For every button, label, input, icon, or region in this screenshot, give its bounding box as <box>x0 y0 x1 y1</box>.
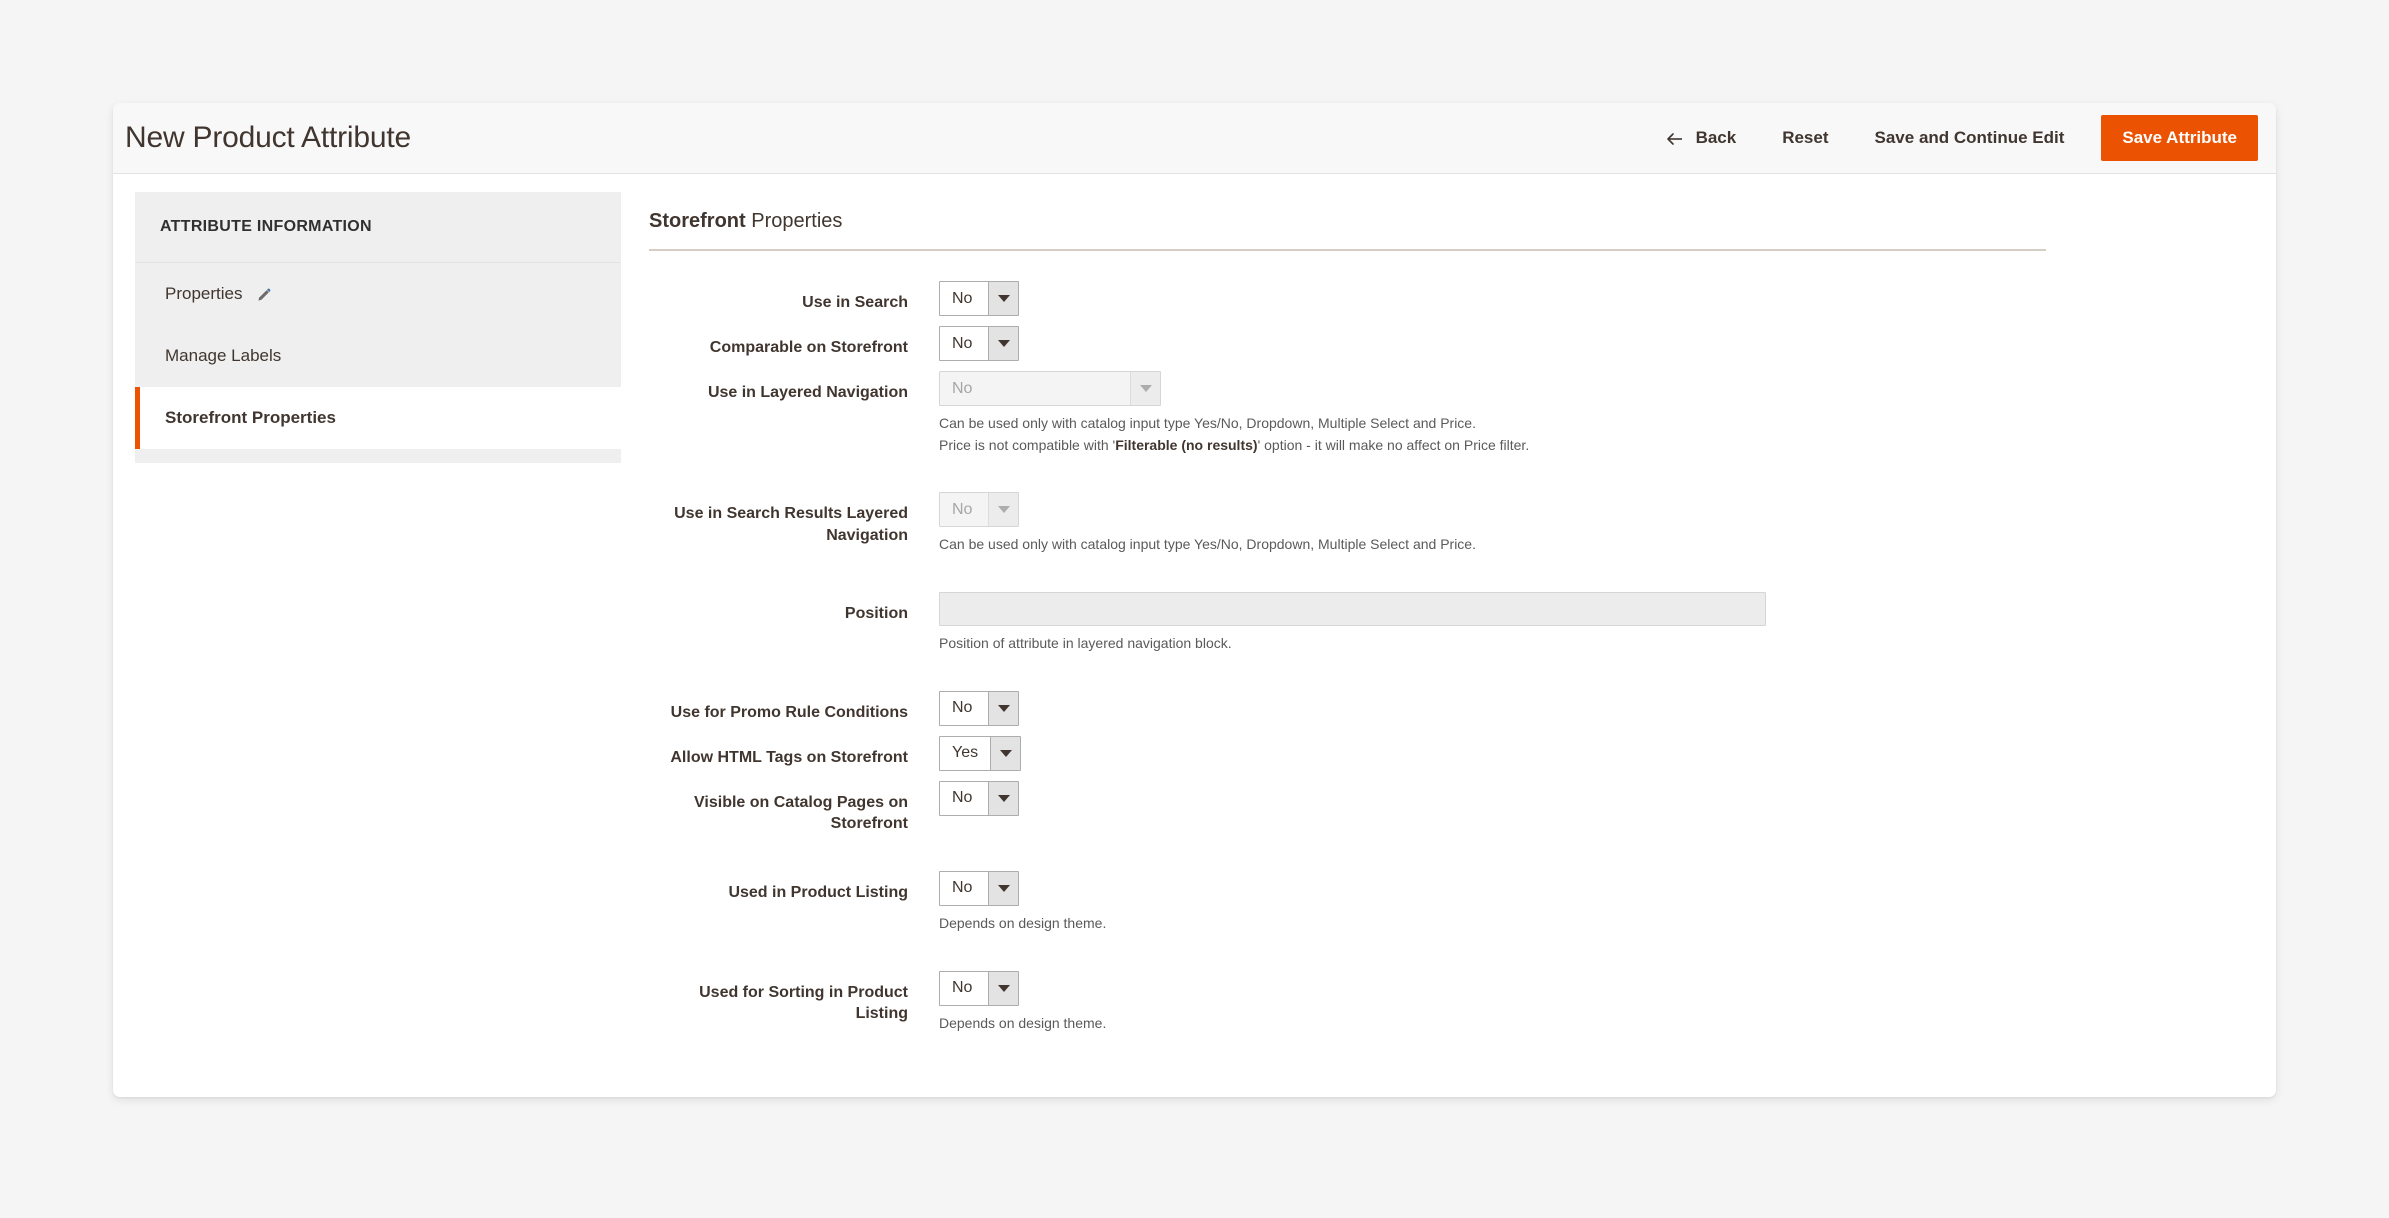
field-position: Position Position of attribute in layere… <box>649 592 2046 655</box>
note-line: Price is not compatible with 'Filterable… <box>939 435 2046 457</box>
field-label: Position <box>844 605 908 623</box>
field-allow-html-tags-on-storefront: Allow HTML Tags on Storefront Yes <box>649 735 2046 771</box>
reset-button-label: Reset <box>1782 128 1829 147</box>
field-label: Use in Layered Navigation <box>707 384 908 401</box>
sidebar-item-label: Manage Labels <box>165 346 282 365</box>
section-title-strong: Storefront <box>649 210 746 232</box>
field-note: Depends on design theme. <box>939 1014 1107 1031</box>
chevron-down-icon <box>988 282 1018 315</box>
sidebar-item-label: Storefront Properties <box>165 408 336 427</box>
visible-on-catalog-pages-on-storefront-select[interactable]: No <box>939 780 1019 816</box>
note-pre: Price is not compatible with ' <box>939 436 1116 453</box>
page-card: New Product Attribute Back Reset Save an… <box>113 103 2276 1097</box>
select-value: No <box>952 789 973 807</box>
chevron-down-icon <box>988 327 1018 360</box>
field-label: Visible on Catalog Pages on Storefront <box>694 793 908 833</box>
field-control: Position of attribute in layered navigat… <box>939 592 2046 655</box>
field-control: No <box>939 281 2046 316</box>
select-value: No <box>952 379 973 397</box>
sidebar-panel: ATTRIBUTE INFORMATION Properties Manage … <box>135 192 621 463</box>
chevron-down-icon <box>990 736 1021 770</box>
comparable-on-storefront-select[interactable]: No <box>939 326 1019 361</box>
field-use-in-layered-navigation: Use in Layered Navigation No Can be used… <box>649 371 2046 456</box>
field-note: Depends on design theme. <box>939 914 1107 931</box>
page-title: New Product Attribute <box>125 121 411 154</box>
field-label: Comparable on Storefront <box>709 339 908 356</box>
save-and-continue-edit-button[interactable]: Save and Continue Edit <box>1852 128 2088 148</box>
field-control: No <box>939 780 2046 816</box>
header-actions: Back Reset Save and Continue Edit Save A… <box>1642 103 2258 173</box>
sidebar-item-properties[interactable]: Properties <box>135 263 621 325</box>
note-strong: Filterable (no results) <box>1115 436 1258 453</box>
chevron-down-icon <box>988 871 1018 905</box>
back-button-label: Back <box>1695 128 1737 147</box>
select-value: No <box>952 334 973 352</box>
save-attribute-button[interactable]: Save Attribute <box>2101 115 2258 161</box>
used-for-sorting-in-product-listing-select[interactable]: No <box>939 970 1019 1006</box>
field-used-for-sorting-in-product-listing: Used for Sorting in Product Listing No D… <box>649 970 2046 1035</box>
select-value: No <box>952 289 973 307</box>
chevron-down-icon <box>1130 372 1160 405</box>
back-button[interactable]: Back <box>1642 128 1760 148</box>
section-title: Storefront Properties <box>649 210 2046 251</box>
sidebar-title: ATTRIBUTE INFORMATION <box>135 192 621 263</box>
field-control: No Depends on design theme. <box>939 970 2046 1035</box>
used-in-product-listing-select[interactable]: No <box>939 870 1019 906</box>
field-use-for-promo-rule-conditions: Use for Promo Rule Conditions No <box>649 690 2046 726</box>
position-input[interactable] <box>939 592 1766 627</box>
field-control: Yes <box>939 735 2046 771</box>
select-value: No <box>952 699 973 717</box>
page-header: New Product Attribute Back Reset Save an… <box>113 103 2276 174</box>
note-post: ' option - it will make no affect on Pri… <box>1257 436 1530 453</box>
field-control: No <box>939 690 2046 726</box>
pencil-icon <box>255 287 272 304</box>
sidebar-item-storefront-properties[interactable]: Storefront Properties <box>135 387 621 449</box>
select-value: Yes <box>952 744 979 762</box>
field-use-in-search: Use in Search No <box>649 281 2046 316</box>
chevron-down-icon <box>988 971 1018 1005</box>
sidebar-footer <box>135 449 621 463</box>
field-label: Allow HTML Tags on Storefront <box>670 748 908 766</box>
use-for-promo-rule-conditions-select[interactable]: No <box>939 690 1019 726</box>
field-note: Position of attribute in layered navigat… <box>939 635 1232 652</box>
chevron-down-icon <box>988 493 1018 527</box>
field-used-in-product-listing: Used in Product Listing No Depends on de… <box>649 870 2046 935</box>
select-value: No <box>952 879 973 897</box>
field-comparable-on-storefront: Comparable on Storefront No <box>649 326 2046 361</box>
field-control: No Can be used only with catalog input t… <box>939 371 2046 456</box>
field-label: Use for Promo Rule Conditions <box>670 703 908 721</box>
field-label: Use in Search Results Layered Navigation <box>674 505 908 544</box>
chevron-down-icon <box>988 781 1018 815</box>
field-visible-on-catalog-pages-on-storefront: Visible on Catalog Pages on Storefront N… <box>649 780 2046 835</box>
sidebar: ATTRIBUTE INFORMATION Properties Manage … <box>113 192 621 463</box>
use-in-search-select[interactable]: No <box>939 281 1019 316</box>
select-value: No <box>952 500 973 518</box>
save-and-continue-edit-label: Save and Continue Edit <box>1874 128 2065 147</box>
field-label: Used in Product Listing <box>728 883 908 901</box>
field-control: No <box>939 326 2046 361</box>
field-control: No Depends on design theme. <box>939 870 2046 935</box>
field-note: Can be used only with catalog input type… <box>939 536 1476 553</box>
allow-html-tags-on-storefront-select[interactable]: Yes <box>939 735 1022 771</box>
field-note: Can be used only with catalog input type… <box>939 413 2046 456</box>
reset-button[interactable]: Reset <box>1759 128 1851 148</box>
use-in-layered-navigation-select[interactable]: No <box>939 371 1161 406</box>
select-value: No <box>952 979 973 997</box>
field-label: Use in Search <box>802 294 908 311</box>
chevron-down-icon <box>988 691 1018 725</box>
page-body: ATTRIBUTE INFORMATION Properties Manage … <box>113 174 2276 1084</box>
main-content: Storefront Properties Use in Search No C… <box>621 192 2276 1084</box>
arrow-left-icon <box>1665 129 1685 149</box>
sidebar-item-label: Properties <box>165 284 243 303</box>
section-title-rest: Properties <box>745 210 843 232</box>
field-use-in-search-results-layered-navigation: Use in Search Results Layered Navigation… <box>649 492 2046 556</box>
sidebar-item-manage-labels[interactable]: Manage Labels <box>135 325 621 387</box>
note-line: Can be used only with catalog input type… <box>939 415 1476 431</box>
field-control: No Can be used only with catalog input t… <box>939 492 2046 556</box>
field-label: Used for Sorting in Product Listing <box>699 983 908 1023</box>
use-in-search-results-layered-navigation-select[interactable]: No <box>939 492 1019 528</box>
